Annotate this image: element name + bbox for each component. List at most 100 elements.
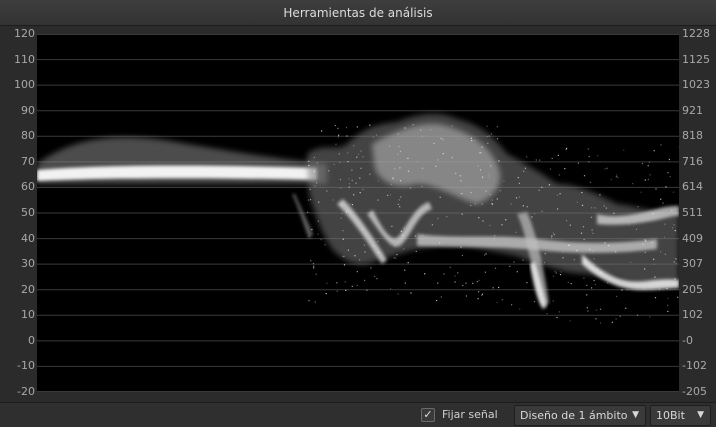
- speckle: [407, 157, 409, 159]
- speckle: [607, 282, 609, 284]
- speckle: [449, 266, 451, 269]
- speckle: [486, 125, 488, 127]
- speckle: [556, 194, 559, 196]
- speckle: [589, 181, 591, 183]
- speckle: [675, 258, 677, 260]
- speckle: [470, 204, 472, 207]
- speckle: [576, 249, 578, 252]
- left-axis-tick: 20: [21, 282, 35, 296]
- speckle: [603, 205, 605, 207]
- speckle: [400, 230, 402, 232]
- speckle: [399, 167, 401, 169]
- speckle: [394, 168, 396, 170]
- chevron-down-icon: ▼: [697, 410, 704, 420]
- speckle: [593, 279, 595, 282]
- speckle: [626, 289, 628, 291]
- speckle: [605, 207, 607, 209]
- right-axis-tick: 409: [682, 231, 703, 245]
- speckle: [478, 291, 480, 293]
- speckle: [340, 217, 342, 219]
- left-axis-tick: 40: [21, 231, 35, 245]
- speckle: [437, 217, 439, 220]
- speckle: [308, 235, 310, 237]
- lock-signal-checkbox[interactable]: ✓: [421, 408, 435, 422]
- speckle: [421, 167, 424, 169]
- speckle: [397, 153, 399, 156]
- speckle: [671, 210, 673, 212]
- speckle: [554, 270, 556, 272]
- speckle: [481, 176, 484, 178]
- panel-title: Herramientas de análisis: [283, 5, 433, 20]
- speckle: [524, 167, 526, 169]
- speckle: [308, 164, 310, 167]
- speckle: [396, 254, 398, 256]
- speckle: [454, 281, 456, 283]
- right-axis-tick: 307: [682, 257, 703, 271]
- speckle: [664, 253, 666, 255]
- speckle: [346, 135, 348, 137]
- speckle: [443, 273, 445, 275]
- scope-panel: 120 110 100 90 80 70 60 50 40 30 20 10 0 -10 -20: [0, 26, 716, 402]
- speckle: [522, 259, 524, 261]
- speckle: [586, 284, 588, 286]
- speckle: [377, 240, 379, 242]
- speckle: [343, 255, 345, 257]
- speckle: [658, 288, 661, 290]
- bit-depth-dropdown[interactable]: 10Bit ▼: [650, 405, 711, 426]
- speckle: [328, 170, 330, 172]
- right-axis-tick: -205: [682, 385, 707, 398]
- speckle: [470, 137, 472, 139]
- speckle: [660, 251, 662, 253]
- speckle: [538, 189, 540, 191]
- speckle: [562, 251, 564, 253]
- right-axis-tick: 102: [682, 308, 703, 322]
- speckle: [604, 242, 606, 244]
- speckle: [402, 235, 404, 237]
- speckle: [431, 224, 433, 226]
- speckle: [309, 199, 312, 201]
- speckle: [488, 174, 490, 176]
- speckle: [313, 170, 315, 172]
- layout-dropdown[interactable]: Diseño de 1 ámbito ▼: [514, 405, 646, 426]
- speckle: [678, 146, 680, 148]
- speckle: [460, 180, 462, 182]
- speckle: [539, 159, 541, 161]
- speckle: [474, 203, 476, 205]
- speckle: [654, 297, 657, 299]
- speckle: [415, 250, 417, 252]
- speckle: [465, 295, 468, 297]
- speckle: [652, 213, 654, 215]
- speckle: [436, 299, 438, 302]
- speckle: [397, 133, 399, 135]
- speckle: [474, 140, 476, 142]
- speckle: [637, 206, 639, 208]
- speckle: [519, 308, 521, 310]
- speckle: [336, 290, 338, 292]
- speckle: [344, 281, 346, 283]
- speckle: [493, 237, 495, 240]
- speckle: [437, 282, 439, 284]
- speckle: [375, 134, 378, 136]
- speckle: [533, 301, 536, 303]
- speckle: [509, 265, 511, 267]
- speckle: [369, 124, 371, 126]
- bit-depth-dropdown-value: 10Bit: [656, 409, 685, 422]
- speckle: [615, 251, 617, 253]
- speckle: [653, 258, 655, 260]
- speckle: [481, 203, 483, 205]
- left-axis-tick: 70: [21, 154, 35, 168]
- speckle: [673, 261, 675, 263]
- speckle: [484, 271, 486, 273]
- lock-signal-label[interactable]: Fijar señal: [442, 408, 498, 422]
- speckle: [316, 162, 318, 164]
- speckle: [511, 304, 513, 306]
- left-axis-tick: 0: [28, 333, 35, 347]
- speckle: [655, 188, 657, 190]
- speckle: [599, 308, 602, 310]
- speckle: [666, 287, 668, 289]
- speckle: [478, 279, 480, 281]
- speckle: [501, 299, 503, 301]
- speckle: [307, 211, 309, 213]
- speckle: [669, 176, 671, 178]
- speckle: [616, 295, 618, 297]
